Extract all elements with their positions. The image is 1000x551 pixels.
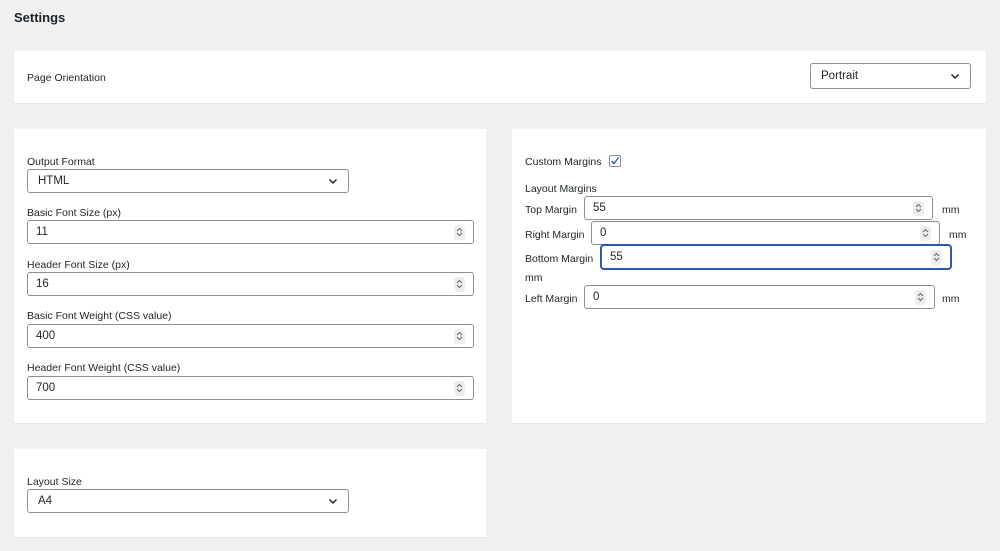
top-margin-value: 55 bbox=[593, 202, 606, 214]
custom-margins-label: Custom Margins bbox=[525, 156, 602, 168]
margins-panel: Custom Margins Layout Margins Top Margin… bbox=[512, 129, 986, 423]
chevron-down-icon bbox=[950, 73, 960, 80]
bottom-margin-unit: mm bbox=[525, 272, 543, 284]
right-margin-input[interactable]: 0 bbox=[591, 221, 940, 245]
spinner-icon[interactable] bbox=[454, 276, 465, 292]
layout-size-select[interactable]: A4 bbox=[27, 489, 349, 513]
format-panel: Output Format HTML Basic Font Size (px) … bbox=[14, 129, 486, 423]
top-margin-unit: mm bbox=[942, 204, 960, 216]
output-format-label: Output Format bbox=[27, 156, 95, 168]
spinner-icon[interactable] bbox=[915, 289, 926, 305]
orientation-select[interactable]: Portrait bbox=[810, 63, 971, 89]
chevron-down-icon bbox=[328, 498, 338, 505]
page-title: Settings bbox=[14, 10, 66, 25]
spinner-icon[interactable] bbox=[913, 200, 924, 216]
basic-font-weight-value: 400 bbox=[36, 330, 56, 342]
layout-margins-label: Layout Margins bbox=[525, 183, 597, 195]
output-format-value: HTML bbox=[38, 175, 70, 187]
output-format-select[interactable]: HTML bbox=[27, 169, 349, 193]
orientation-panel: Page Orientation Portrait bbox=[14, 51, 986, 103]
spinner-icon[interactable] bbox=[920, 225, 931, 241]
right-margin-value: 0 bbox=[600, 227, 607, 239]
basic-font-size-input[interactable]: 11 bbox=[27, 220, 474, 244]
layout-size-label: Layout Size bbox=[27, 476, 82, 488]
left-margin-input[interactable]: 0 bbox=[584, 285, 935, 309]
left-margin-label: Left Margin bbox=[525, 293, 578, 305]
header-font-size-input[interactable]: 16 bbox=[27, 272, 474, 296]
right-margin-label: Right Margin bbox=[525, 229, 585, 241]
orientation-label: Page Orientation bbox=[27, 72, 106, 84]
basic-font-size-label: Basic Font Size (px) bbox=[27, 207, 121, 219]
left-margin-unit: mm bbox=[942, 293, 960, 305]
bottom-margin-label: Bottom Margin bbox=[525, 253, 594, 265]
chevron-down-icon bbox=[328, 178, 338, 185]
orientation-value: Portrait bbox=[821, 70, 859, 82]
header-font-size-value: 16 bbox=[36, 278, 49, 290]
right-margin-unit: mm bbox=[949, 229, 967, 241]
header-font-weight-label: Header Font Weight (CSS value) bbox=[27, 362, 181, 374]
left-margin-value: 0 bbox=[593, 291, 600, 303]
basic-font-weight-label: Basic Font Weight (CSS value) bbox=[27, 310, 172, 322]
bottom-margin-value: 55 bbox=[610, 251, 623, 263]
spinner-icon[interactable] bbox=[454, 380, 465, 396]
spinner-icon[interactable] bbox=[454, 328, 465, 344]
top-margin-input[interactable]: 55 bbox=[584, 196, 933, 220]
header-font-size-label: Header Font Size (px) bbox=[27, 259, 130, 271]
header-font-weight-value: 700 bbox=[36, 382, 56, 394]
top-margin-label: Top Margin bbox=[525, 204, 577, 216]
header-font-weight-input[interactable]: 700 bbox=[27, 376, 474, 400]
spinner-icon[interactable] bbox=[931, 249, 942, 265]
basic-font-weight-input[interactable]: 400 bbox=[27, 324, 474, 348]
basic-font-size-value: 11 bbox=[36, 226, 48, 238]
checkmark-icon bbox=[611, 157, 620, 165]
layout-size-panel: Layout Size A4 bbox=[14, 449, 486, 537]
custom-margins-checkbox[interactable] bbox=[609, 155, 621, 167]
spinner-icon[interactable] bbox=[454, 224, 465, 240]
layout-size-value: A4 bbox=[38, 495, 53, 507]
bottom-margin-input[interactable]: 55 bbox=[601, 245, 951, 269]
